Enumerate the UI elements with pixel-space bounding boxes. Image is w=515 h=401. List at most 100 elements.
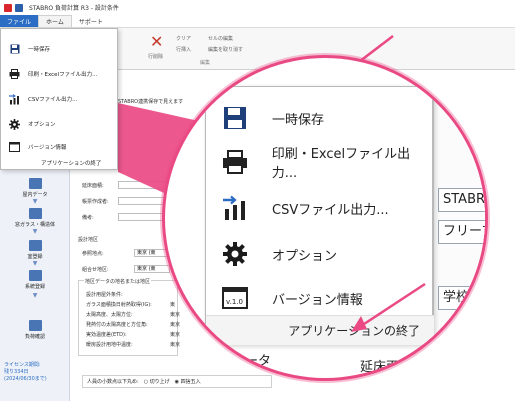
outdoor-row-label: 発熱付の太陽高度と方位角: [86, 322, 148, 328]
outdoor-row-label: 設計用屋外条件: [86, 292, 123, 298]
cell-edit-button[interactable]: セルの編集 [208, 35, 233, 42]
lens-item-label: オプション [272, 248, 338, 264]
gear-icon [220, 239, 250, 269]
undo-edit-button[interactable]: 編集を取り消す [208, 46, 243, 53]
lens-item-options[interactable]: オプション [206, 229, 434, 279]
radio-round-half[interactable]: ◉ 四捨五入 [175, 378, 201, 385]
app-logo [4, 3, 12, 12]
field-label-notes: 備考: [82, 215, 94, 221]
outdoor-row-value: 東京 [170, 332, 181, 338]
sidebar-item-indoor[interactable]: 屋内データ [0, 178, 70, 198]
file-menu: 一時保存 印刷・Excelファイル出力... CSVファイル出力... オプショ… [0, 28, 118, 170]
window-title: STABRO 負荷計算 R3 - 設計条件 [29, 5, 119, 12]
region-ref-select[interactable]: 東京 (東 [134, 249, 170, 257]
load-check-icon [28, 320, 42, 331]
sidebar-item-window[interactable]: 窓ガラス・構造体 [0, 208, 70, 228]
chevron-down-icon: ▼ [32, 228, 38, 235]
lens-item-exit[interactable]: アプリケーションの終了 [206, 315, 434, 345]
insert-row-button[interactable]: 行挿入 [176, 46, 191, 53]
region-comb-label: 組合せ地区: [82, 267, 109, 273]
radio-round-up[interactable]: ○ 切り上げ [144, 378, 170, 385]
region-title: 設計地区 [78, 237, 99, 243]
outdoor-row-label: 実効温度差(ETD): [86, 332, 127, 338]
tab-file[interactable]: ファイル [0, 15, 39, 27]
menu-item-label: CSVファイル出力... [28, 97, 78, 103]
quick-save-icon[interactable] [15, 3, 23, 12]
tab-support[interactable]: サポート [72, 15, 110, 27]
indoor-data-icon [28, 178, 42, 189]
sidebar-item-load-check[interactable]: 負荷確認 [0, 320, 70, 340]
lens-school-box: 学校 [438, 286, 485, 310]
field-label-author: 帳票作成者: [82, 199, 109, 205]
menu-item-label: 印刷・Excelファイル出力... [28, 72, 98, 78]
region-comb-select[interactable]: 東京 (東 [134, 265, 170, 273]
room-registration-icon [28, 240, 42, 251]
delete-row-button[interactable]: 行削除 [148, 53, 163, 60]
outdoor-row-value: 東京 [170, 322, 181, 328]
menu-item-label: バージョン情報 [28, 145, 67, 151]
lens-item-temp-save[interactable]: 一時保存 [206, 93, 434, 143]
clear-button[interactable]: クリア [176, 35, 191, 42]
chevron-down-icon: ▼ [32, 260, 38, 267]
lens-item-label: CSVファイル出力... [272, 202, 389, 218]
outdoor-row-value: 東京 [170, 342, 181, 348]
menu-item-exit[interactable]: アプリケーションの終了 [41, 159, 101, 167]
lens-item-csv[interactable]: CSVファイル出力... [206, 183, 434, 233]
csv-export-icon [9, 93, 20, 105]
gear-icon [9, 118, 20, 130]
sidebar-item-room[interactable]: 室登録 [0, 240, 70, 260]
ribbon-group-label: 編集 [200, 60, 211, 66]
menu-item-print-excel[interactable]: 印刷・Excelファイル出力... [1, 64, 119, 84]
outdoor-row-value: 東 [170, 302, 176, 308]
lens-item-label: 一時保存 [272, 112, 325, 128]
lens-background-panel: STABRO フリープラ 学校 [433, 58, 485, 378]
rounding-label: 人員の小数点以下丸め: [87, 379, 139, 385]
magnifier-lens: STABRO フリープラ 学校 一時保存 印刷・Excelファイル出力... C… [165, 58, 485, 378]
version-info-icon [9, 142, 20, 153]
lens-item-print-excel[interactable]: 印刷・Excelファイル出力... [206, 137, 434, 187]
lens-plan-box: フリープラ [438, 220, 485, 244]
menu-item-temp-save[interactable]: 一時保存 [1, 39, 119, 59]
menu-bar: ファイル ホーム サポート [0, 15, 515, 28]
radio-round-half-label: 四捨五入 [180, 379, 201, 385]
region-ref-label: 参照地点: [82, 251, 104, 257]
lens-lower-text-right: 延床面 [360, 360, 400, 375]
version-info-icon: v.1.0 [220, 283, 250, 313]
sidebar-item-system[interactable]: 系統登録 [0, 270, 70, 290]
menu-item-label: 一時保存 [28, 47, 51, 53]
tab-home[interactable]: ホーム [38, 15, 72, 27]
lens-lower-text: ータ [245, 354, 272, 369]
license-expiry: (2024/06/30まで) [4, 376, 47, 382]
outdoor-row-label: 暖房設計用地中温度: [86, 342, 133, 348]
outdoor-row-value: 東京 [170, 312, 181, 318]
sidebar-item-label: 系統登録 [24, 284, 45, 290]
lens-stabro-box: STABRO [438, 188, 485, 212]
chevron-down-icon: ▼ [32, 198, 38, 205]
menu-item-csv[interactable]: CSVファイル出力... [1, 89, 119, 109]
printer-icon [9, 69, 20, 80]
license-remaining: 残り334日 [4, 369, 29, 375]
menu-item-label: オプション [28, 122, 56, 128]
sidebar-item-label: 負荷確認 [24, 334, 45, 340]
rounding-option-row: 人員の小数点以下丸め: ○ 切り上げ ◉ 四捨五入 [82, 375, 272, 388]
window-structure-icon [28, 208, 42, 219]
radio-round-up-label: 切り上げ [149, 379, 170, 385]
menu-item-version[interactable]: バージョン情報 [1, 137, 119, 157]
license-info: ライセンス期間: 残り334日 (2024/06/30まで) [4, 362, 47, 383]
lens-item-label: 印刷・Excelファイル出力... [271, 147, 411, 181]
printer-icon [220, 147, 250, 177]
lens-file-menu: 一時保存 印刷・Excelファイル出力... CSVファイル出力... オプショ… [205, 86, 434, 345]
stabro-link-label: STABRO連携保存で見えます [118, 99, 184, 105]
field-label-floor: 延床面積: [82, 183, 104, 189]
outdoor-group-title: 地区データの地名または地区 [84, 278, 152, 285]
menu-item-options[interactable]: オプション [1, 114, 119, 134]
system-registration-icon [28, 270, 42, 281]
title-bar: STABRO 負荷計算 R3 - 設計条件 [0, 0, 515, 15]
license-label: ライセンス期間: [4, 362, 41, 368]
outdoor-row-label: ガラス面積換日射熱取得(IG): [86, 302, 152, 308]
delete-row-icon[interactable]: ✕ [150, 34, 163, 50]
chevron-down-icon: ▼ [32, 292, 38, 299]
csv-export-icon [220, 193, 250, 223]
save-icon [9, 44, 20, 55]
lens-item-label: バージョン情報 [272, 292, 363, 308]
